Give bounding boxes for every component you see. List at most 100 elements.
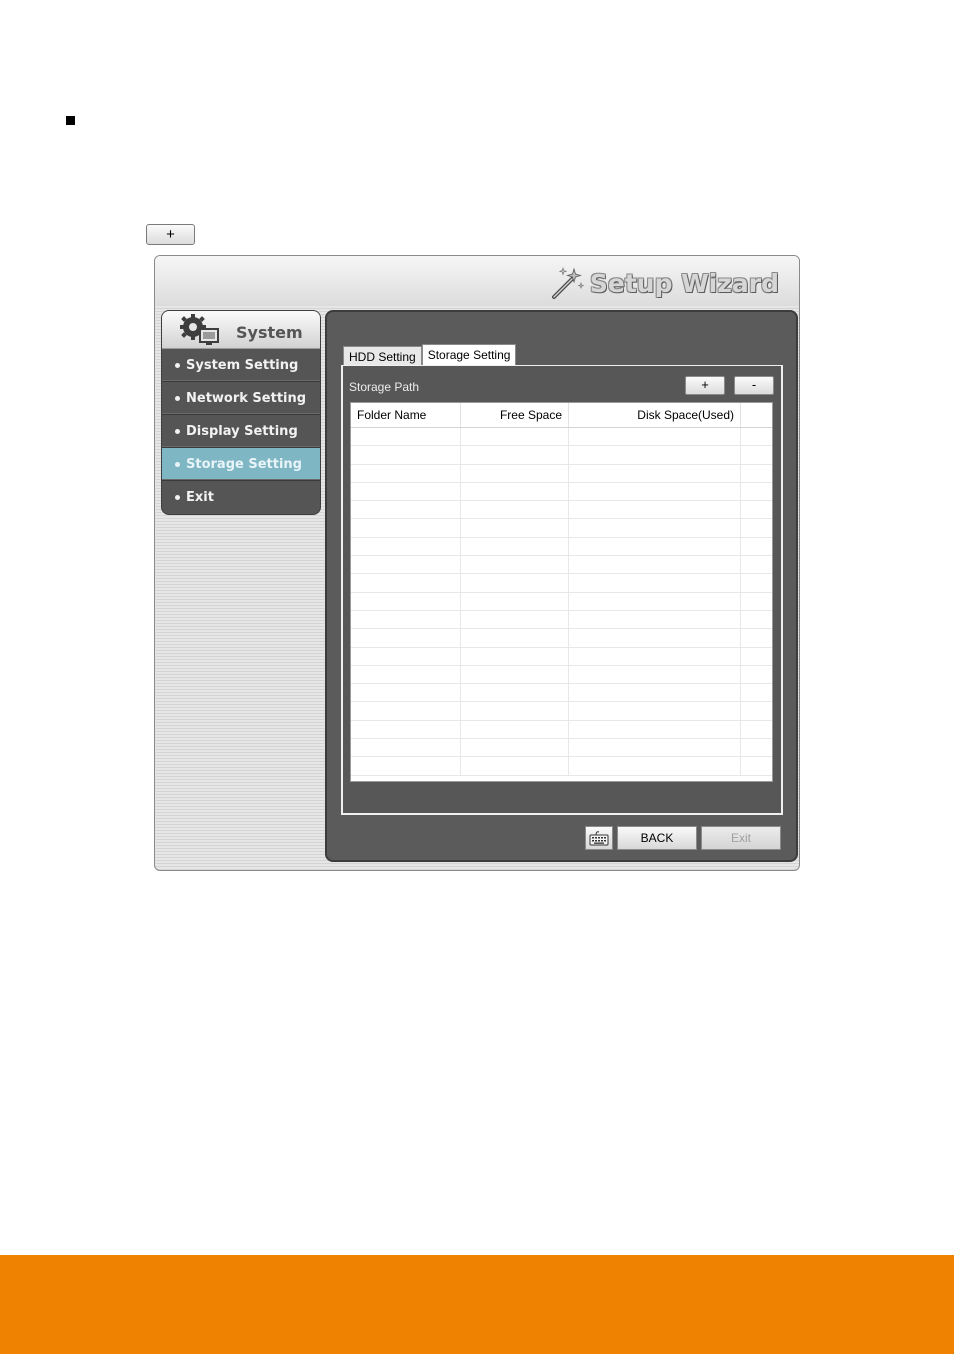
table-cell	[569, 464, 741, 482]
table-cell	[461, 720, 569, 739]
table-header: Folder Name Free Space Disk Space(Used)	[351, 403, 772, 428]
table-cell	[351, 665, 461, 684]
table-cell	[741, 483, 772, 500]
tab-storage-setting[interactable]: Storage Setting	[421, 344, 517, 366]
table-cell	[741, 757, 772, 774]
column-header-free-space[interactable]: Free Space	[461, 403, 569, 427]
column-header-folder-name[interactable]: Folder Name	[351, 403, 461, 427]
table-cell	[569, 720, 741, 739]
table-cell	[461, 665, 569, 684]
table-row	[351, 739, 772, 758]
table-cell	[569, 610, 741, 629]
sidebar-item-system-setting[interactable]: System Setting	[162, 349, 320, 382]
table-cell	[569, 647, 741, 665]
table-row	[351, 665, 772, 685]
table-row	[351, 519, 772, 538]
storage-path-label: Storage Path	[349, 380, 420, 394]
table-cell	[351, 482, 461, 501]
wizard-title: Setup Wizard	[550, 266, 779, 300]
table-cell	[461, 592, 569, 610]
table-cell	[461, 574, 569, 592]
table-cell	[351, 684, 461, 702]
table-cell	[351, 464, 461, 482]
table-cell	[461, 610, 569, 629]
table-cell	[569, 684, 741, 702]
storage-tab-panel: Storage Path + - Folder Name Free Space …	[341, 365, 783, 815]
table-cell	[569, 537, 741, 556]
page-footer-bar	[0, 1255, 954, 1354]
table-cell	[461, 446, 569, 464]
main-panel: HDD Setting Storage Setting Storage Path…	[325, 310, 798, 862]
table-row	[351, 446, 772, 465]
table-cell	[741, 593, 772, 610]
table-row	[351, 610, 772, 630]
table-cell	[351, 537, 461, 556]
table-cell	[569, 482, 741, 501]
table-cell	[569, 629, 741, 647]
table-cell	[569, 501, 741, 519]
table-cell	[461, 684, 569, 702]
table-cell	[461, 629, 569, 647]
table-row	[351, 428, 772, 447]
table-cell	[741, 629, 772, 646]
table-cell	[461, 519, 569, 537]
keyboard-button[interactable]	[585, 826, 613, 850]
sidebar-item-storage-setting[interactable]: Storage Setting	[162, 448, 320, 481]
table-cell	[741, 428, 772, 445]
bullet-dot-icon	[175, 428, 180, 434]
table-cell	[351, 720, 461, 739]
table-cell	[461, 464, 569, 482]
table-cell	[741, 611, 772, 628]
table-row	[351, 574, 772, 593]
table-cell	[351, 702, 461, 720]
setup-wizard-window: Setup Wizard System System Setting Netwo…	[154, 255, 800, 871]
table-cell	[351, 519, 461, 537]
bullet-dot-icon	[175, 461, 180, 467]
document-page: + Setup Wizard System System Setting Net…	[0, 0, 954, 1354]
table-cell	[351, 428, 461, 446]
wizard-title-bar: Setup Wizard	[155, 256, 799, 306]
table-cell	[461, 702, 569, 720]
magic-wand-icon	[551, 267, 584, 299]
table-cell	[741, 501, 772, 518]
table-row	[351, 537, 772, 557]
table-cell	[351, 592, 461, 610]
table-cell	[741, 702, 772, 719]
table-row	[351, 757, 772, 776]
remove-storage-button[interactable]: -	[734, 376, 774, 395]
sidebar-item-network-setting[interactable]: Network Setting	[162, 382, 320, 415]
table-cell	[741, 721, 772, 738]
exit-button[interactable]: Exit	[701, 826, 781, 850]
table-cell	[461, 647, 569, 665]
bullet-dot-icon	[175, 395, 180, 401]
table-row	[351, 684, 772, 703]
table-cell	[569, 757, 741, 775]
table-row	[351, 501, 772, 520]
bullet-marker	[66, 116, 75, 125]
add-storage-button[interactable]: +	[685, 376, 725, 395]
sidebar-item-display-setting[interactable]: Display Setting	[162, 415, 320, 448]
sidebar-title: System	[236, 323, 303, 342]
sidebar-item-exit[interactable]: Exit	[162, 481, 320, 514]
table-cell	[351, 757, 461, 775]
column-header-disk-space[interactable]: Disk Space(Used)	[569, 403, 741, 427]
table-row	[351, 482, 772, 502]
sidebar-item-label: Network Setting	[186, 390, 307, 406]
table-cell	[351, 629, 461, 647]
bullet-dot-icon	[175, 362, 180, 368]
table-cell	[461, 428, 569, 446]
table-cell	[741, 465, 772, 482]
back-button[interactable]: BACK	[617, 826, 697, 850]
storage-table: Folder Name Free Space Disk Space(Used)	[350, 402, 773, 782]
table-cell	[741, 519, 772, 536]
table-cell	[461, 757, 569, 775]
table-cell	[351, 610, 461, 629]
sidebar-header: System	[162, 311, 320, 349]
table-cell	[741, 739, 772, 756]
tab-hdd-setting[interactable]: HDD Setting	[343, 346, 422, 366]
sidebar-item-label: Exit	[186, 490, 214, 505]
wizard-nav-bar: BACK Exit	[585, 826, 781, 850]
table-cell	[741, 574, 772, 591]
table-cell	[351, 501, 461, 519]
sidebar-item-label: Display Setting	[186, 423, 298, 439]
